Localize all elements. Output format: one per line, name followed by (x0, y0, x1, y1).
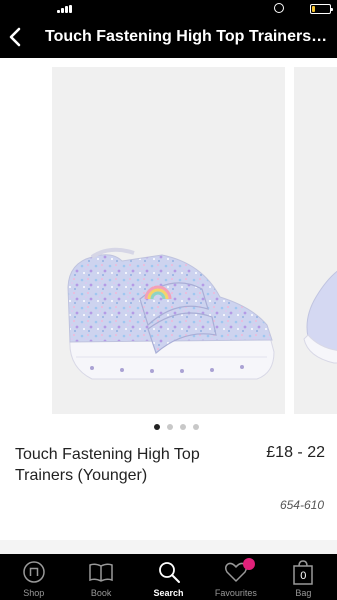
nav-label: Book (90, 588, 112, 598)
battery-level (312, 6, 315, 12)
carousel-dot[interactable] (180, 424, 186, 430)
nav-bag[interactable]: 0 Bag (270, 554, 337, 600)
section-divider (0, 540, 337, 554)
glitter-trainer-image (67, 247, 275, 380)
image-carousel[interactable] (0, 58, 337, 426)
product-price: £18 - 22 (266, 444, 325, 461)
carousel-dot[interactable] (193, 424, 199, 430)
glitter-trainer-image-2 (303, 270, 337, 364)
book-icon (88, 559, 114, 585)
signal-icon (57, 5, 73, 13)
bag-count: 0 (300, 570, 307, 582)
carousel-dot[interactable] (154, 424, 160, 430)
notification-badge (243, 558, 256, 570)
app: Touch Fastening High Top Trainers (Young… (0, 0, 337, 600)
status-bar (0, 0, 337, 18)
carousel-pagination (0, 424, 337, 438)
shop-icon (21, 559, 47, 585)
nav-label: Bag (295, 588, 312, 598)
page-title: Touch Fastening High Top Trainers (Young… (45, 28, 330, 45)
bottom-nav: Shop Book Search Favourites 0 Bag (0, 554, 337, 600)
nav-label: Search (153, 588, 184, 598)
nav-label: Shop (23, 588, 45, 598)
battery-icon (310, 4, 333, 14)
nav-book[interactable]: Book (67, 554, 134, 600)
chevron-left-icon (9, 27, 21, 47)
nav-label: Favourites (214, 588, 257, 598)
search-icon (156, 559, 182, 585)
back-button[interactable] (4, 23, 26, 51)
product-image[interactable] (52, 67, 285, 414)
alarm-icon (274, 3, 284, 13)
carousel-dot[interactable] (167, 424, 173, 430)
header: Touch Fastening High Top Trainers (Young… (0, 20, 337, 58)
top-bar: Touch Fastening High Top Trainers (Young… (0, 0, 337, 58)
product-name: Touch Fastening High Top Trainers (Young… (15, 446, 200, 484)
nav-favourites[interactable]: Favourites (202, 554, 269, 600)
nav-shop[interactable]: Shop (0, 554, 67, 600)
next-product-image[interactable] (294, 67, 337, 414)
product-code: 654-610 (279, 498, 324, 512)
nav-search[interactable]: Search (135, 554, 202, 600)
bag-icon: 0 (290, 559, 316, 585)
